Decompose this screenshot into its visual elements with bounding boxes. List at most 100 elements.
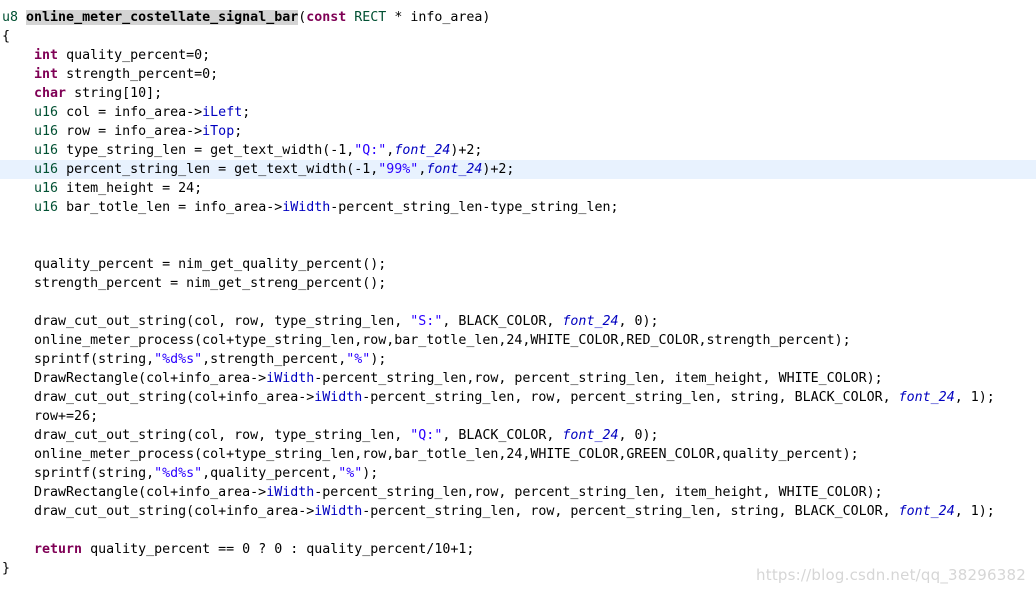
- function-name: online_meter_costellate_signal_bar: [26, 10, 299, 25]
- token-type: u16: [34, 105, 59, 120]
- token-text: )+2;: [482, 162, 515, 177]
- token-field: iWidth: [314, 504, 363, 519]
- code-editor[interactable]: u8 online_meter_costellate_signal_bar(co…: [0, 0, 1036, 590]
- token-type: RECT: [354, 10, 387, 25]
- token-text: ;: [242, 105, 251, 120]
- code-line-2: {: [0, 27, 1036, 46]
- token-text: }: [2, 561, 11, 576]
- token-text: DrawRectangle(col+info_area->: [34, 485, 267, 500]
- token-text: draw_cut_out_string(col+info_area->: [34, 504, 315, 519]
- token-text: -percent_string_len-type_string_len;: [330, 200, 619, 215]
- token-text: );: [362, 466, 379, 481]
- code-line-14: quality_percent = nim_get_quality_percen…: [0, 255, 1036, 274]
- token-text: -percent_string_len,row, percent_string_…: [314, 485, 883, 500]
- code-line-1: u8 online_meter_costellate_signal_bar(co…: [0, 8, 1036, 27]
- token-text: string[10];: [66, 86, 163, 101]
- code-line-21: draw_cut_out_string(col+info_area->iWidt…: [0, 388, 1036, 407]
- token-text: quality_percent=0;: [58, 48, 211, 63]
- token-text: sprintf(string,: [34, 352, 155, 367]
- token-text: -percent_string_len,row, percent_string_…: [314, 371, 883, 386]
- token-macro: font_24: [426, 162, 483, 177]
- code-line-20: DrawRectangle(col+info_area->iWidth-perc…: [0, 369, 1036, 388]
- code-line-23: draw_cut_out_string(col, row, type_strin…: [0, 426, 1036, 445]
- token-keyword: char: [34, 86, 67, 101]
- code-line-19: sprintf(string,"%d%s",strength_percent,"…: [0, 350, 1036, 369]
- code-line-27: draw_cut_out_string(col+info_area->iWidt…: [0, 502, 1036, 521]
- token-field: iWidth: [314, 390, 363, 405]
- code-line-7: u16 row = info_area->iTop;: [0, 122, 1036, 141]
- token-text: ;: [234, 124, 243, 139]
- token-field: iTop: [202, 124, 235, 139]
- token-string: "%d%s": [154, 352, 203, 367]
- code-line-9-current: u16 percent_string_len = get_text_width(…: [0, 160, 1036, 179]
- token-type: u8: [2, 10, 19, 25]
- token-text: , 0);: [618, 428, 659, 443]
- token-text: * info_area): [386, 10, 491, 25]
- token-type: u16: [34, 200, 59, 215]
- token-text: strength_percent=0;: [58, 67, 219, 82]
- token-text: , 1);: [954, 504, 995, 519]
- token-string: "S:": [410, 314, 443, 329]
- token-string: "%": [338, 466, 363, 481]
- code-line-5: char string[10];: [0, 84, 1036, 103]
- token-macro: font_24: [562, 314, 619, 329]
- token-type: u16: [34, 143, 59, 158]
- code-line-26: DrawRectangle(col+info_area->iWidth-perc…: [0, 483, 1036, 502]
- token-text: -percent_string_len, row, percent_string…: [362, 504, 899, 519]
- token-macro: font_24: [394, 143, 451, 158]
- token-text: , 0);: [618, 314, 659, 329]
- token-field: iWidth: [266, 371, 315, 386]
- token-type: u16: [34, 162, 59, 177]
- token-type: u16: [34, 124, 59, 139]
- token-text: -percent_string_len, row, percent_string…: [362, 390, 899, 405]
- token-text: ,quality_percent,: [202, 466, 339, 481]
- token-text: row = info_area->: [58, 124, 203, 139]
- token-text: sprintf(string,: [34, 466, 155, 481]
- token-keyword: int: [34, 48, 59, 63]
- watermark-text: https://blog.csdn.net/qq_38296382: [756, 566, 1026, 584]
- token-keyword: const: [306, 10, 347, 25]
- token-text: col = info_area->: [58, 105, 203, 120]
- token-text: row+=26;: [34, 409, 99, 424]
- token-text: bar_totle_len = info_area->: [58, 200, 283, 215]
- code-line-8: u16 type_string_len = get_text_width(-1,…: [0, 141, 1036, 160]
- code-line-24: online_meter_process(col+type_string_len…: [0, 445, 1036, 464]
- token-macro: font_24: [562, 428, 619, 443]
- token-text: quality_percent = nim_get_quality_percen…: [34, 257, 387, 272]
- token-field: iWidth: [282, 200, 331, 215]
- token-text: , BLACK_COLOR,: [442, 428, 563, 443]
- code-line-17: draw_cut_out_string(col, row, type_strin…: [0, 312, 1036, 331]
- code-line-6: u16 col = info_area->iLeft;: [0, 103, 1036, 122]
- code-line-25: sprintf(string,"%d%s",quality_percent,"%…: [0, 464, 1036, 483]
- token-macro: font_24: [898, 504, 955, 519]
- code-line-3: int quality_percent=0;: [0, 46, 1036, 65]
- token-text: type_string_len = get_text_width(-1,: [58, 143, 355, 158]
- code-line-15: strength_percent = nim_get_streng_percen…: [0, 274, 1036, 293]
- token-text: , BLACK_COLOR,: [442, 314, 563, 329]
- token-text: online_meter_process(col+type_string_len…: [34, 333, 851, 348]
- token-field: iLeft: [202, 105, 243, 120]
- token-text: , 1);: [954, 390, 995, 405]
- token-string: "%d%s": [154, 466, 203, 481]
- token-field: iWidth: [266, 485, 315, 500]
- token-text: quality_percent == 0 ? 0 : quality_perce…: [82, 542, 475, 557]
- token-text: {: [2, 29, 11, 44]
- code-line-18: online_meter_process(col+type_string_len…: [0, 331, 1036, 350]
- token-text: online_meter_process(col+type_string_len…: [34, 447, 859, 462]
- token-text: percent_string_len = get_text_width(-1,: [58, 162, 379, 177]
- token-keyword: return: [34, 542, 83, 557]
- token-text: draw_cut_out_string(col+info_area->: [34, 390, 315, 405]
- token-text: draw_cut_out_string(col, row, type_strin…: [34, 428, 411, 443]
- code-line-22: row+=26;: [0, 407, 1036, 426]
- token-text: item_height = 24;: [58, 181, 203, 196]
- token-text: );: [370, 352, 387, 367]
- code-line-29: return quality_percent == 0 ? 0 : qualit…: [0, 540, 1036, 559]
- token-text: DrawRectangle(col+info_area->: [34, 371, 267, 386]
- token-keyword: int: [34, 67, 59, 82]
- token-string: "Q:": [410, 428, 443, 443]
- token-type: u16: [34, 181, 59, 196]
